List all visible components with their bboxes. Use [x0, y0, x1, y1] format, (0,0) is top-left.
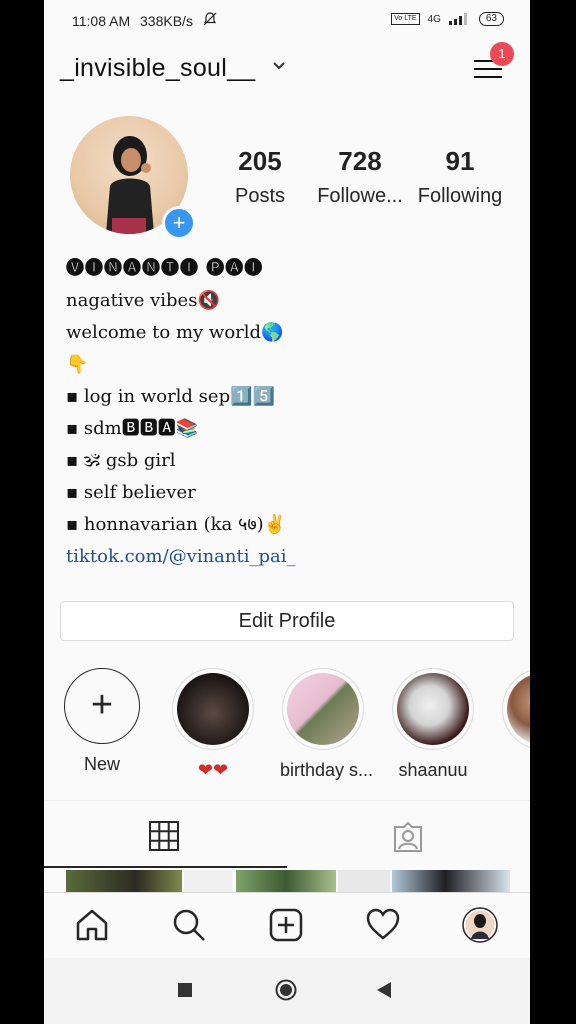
bio-line: nagative vibes🔇: [66, 290, 220, 311]
bio-line: welcome to my world🌎: [66, 322, 284, 343]
active-tab-indicator: [44, 866, 287, 868]
battery-icon: 63: [478, 12, 504, 26]
status-time: 11:08 AM: [72, 13, 131, 29]
username-switcher[interactable]: _invisible_soul__: [60, 54, 256, 83]
highlight-ring: [502, 668, 530, 750]
grid-icon: [149, 821, 179, 851]
highlight-label: ❤❤: [197, 760, 229, 780]
tab-tagged[interactable]: [287, 801, 530, 869]
post-thumbnail[interactable]: [236, 870, 336, 892]
highlight-label: birthday s...: [280, 760, 374, 780]
post-thumbnail[interactable]: [66, 870, 182, 892]
post-thumbnail[interactable]: [184, 870, 232, 892]
home-icon[interactable]: [74, 907, 110, 943]
heart-activity-icon[interactable]: [365, 907, 401, 943]
bio-line: ▪ 🕉 gsb girl: [66, 450, 176, 471]
add-story-button[interactable]: +: [162, 206, 196, 240]
highlight-cover: [507, 673, 530, 745]
profile-name: 🅥🅘🅝🅐🅝🅣🅘 🅟🅐🅘: [66, 258, 264, 279]
bio-line: ▪ honnavarian (ka ५७)✌: [66, 514, 287, 535]
highlight-label: shaanuu: [398, 760, 468, 780]
highlight-ring: [392, 668, 474, 750]
bottom-navigation: [44, 892, 530, 959]
posts-stat[interactable]: 205 Posts: [210, 146, 310, 208]
highlight-cover: [287, 673, 359, 745]
signal-icon: [448, 13, 471, 25]
highlight-item[interactable]: shaanuu: [390, 668, 476, 781]
followers-count: 728: [338, 146, 382, 176]
new-post-icon[interactable]: [268, 907, 304, 943]
highlight-item[interactable]: BE: [500, 668, 530, 781]
bio-line: 👇: [66, 354, 89, 375]
back-triangle-icon[interactable]: [376, 981, 392, 1004]
highlight-label: New: [83, 754, 120, 774]
bio-line: ▪ self believer: [66, 482, 196, 503]
bell-off-icon: [203, 12, 217, 29]
status-bar: 11:08 AM 338KB/s Vo LTE 4G 63: [44, 0, 530, 40]
post-thumbnail[interactable]: [392, 870, 510, 892]
highlight-label: BE: [500, 760, 530, 781]
profile-header: _invisible_soul__ 1: [44, 40, 530, 104]
bio-line: ▪ sdm🅱🅱🅰📚: [66, 418, 199, 439]
profile-tabs: [44, 800, 530, 869]
bio-link[interactable]: tiktok.com/@vinanti_pai_: [66, 541, 506, 573]
plus-icon: +: [90, 684, 114, 726]
chevron-down-icon[interactable]: [272, 58, 286, 76]
highlight-new[interactable]: + New: [59, 668, 145, 775]
posts-label: Posts: [234, 185, 286, 207]
highlight-ring: [282, 668, 364, 750]
followers-stat[interactable]: 728 Followe...: [310, 146, 410, 208]
profile-tab-avatar[interactable]: [462, 907, 498, 943]
posts-count: 205: [238, 146, 282, 176]
highlight-new-ring: +: [64, 668, 140, 744]
status-speed: 338KB/s: [140, 13, 193, 29]
highlight-cover: [397, 673, 469, 745]
notification-badge: 1: [490, 42, 514, 66]
tagged-person-icon: [394, 821, 422, 852]
highlight-cover: [177, 673, 249, 745]
status-right: Vo LTE 4G 63: [391, 12, 504, 26]
highlight-item[interactable]: ❤❤: [170, 668, 256, 781]
avatar-photo: [106, 136, 154, 234]
tab-grid[interactable]: [44, 801, 287, 869]
highlight-item[interactable]: birthday s...: [280, 668, 374, 781]
instagram-profile-screen: 11:08 AM 338KB/s Vo LTE 4G 63 _invisible…: [44, 0, 530, 1024]
system-navigation-bar: [44, 958, 530, 1024]
bio-line: ▪ log in world sep1️⃣5️⃣: [66, 386, 275, 407]
search-icon[interactable]: [171, 907, 207, 943]
profile-bio: 🅥🅘🅝🅐🅝🅣🅘 🅟🅐🅘 nagative vibes🔇 welcome to m…: [66, 253, 506, 573]
post-thumbnail[interactable]: [338, 870, 390, 892]
following-count: 91: [445, 146, 475, 176]
following-stat[interactable]: 91 Following: [410, 146, 510, 208]
followers-label: Followe...: [317, 185, 403, 207]
edit-profile-button[interactable]: Edit Profile: [60, 601, 514, 641]
following-label: Following: [417, 185, 503, 207]
status-left: 11:08 AM 338KB/s: [72, 12, 223, 29]
home-circle-icon[interactable]: [275, 979, 297, 1006]
network-type: 4G: [427, 13, 441, 25]
recents-square-icon[interactable]: [178, 983, 192, 997]
volte-icon: Vo LTE: [391, 13, 420, 25]
highlight-ring: [172, 668, 254, 750]
